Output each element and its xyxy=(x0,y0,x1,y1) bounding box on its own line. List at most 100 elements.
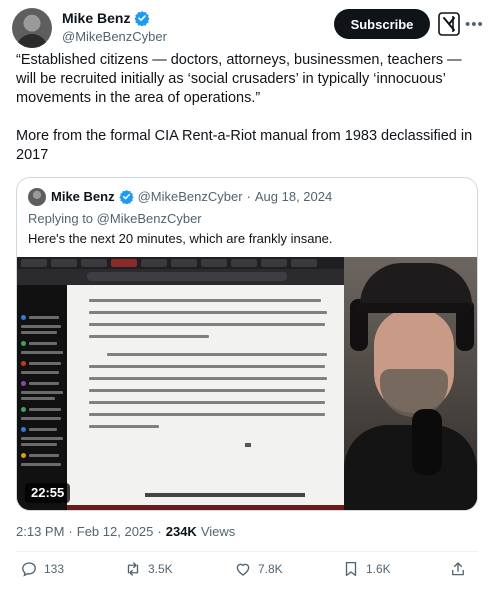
share-button[interactable] xyxy=(449,560,467,578)
document-text-line xyxy=(89,377,327,380)
more-options-icon[interactable]: ••• xyxy=(465,16,484,33)
video-frame-url-bar xyxy=(87,272,287,281)
quoted-tweet-text: Here's the next 20 minutes, which are fr… xyxy=(28,231,333,246)
chat-line xyxy=(21,371,59,374)
document-text-line xyxy=(89,299,321,302)
chat-line xyxy=(21,397,55,400)
author-name[interactable]: Mike Benz xyxy=(62,10,130,26)
document-text-line xyxy=(89,335,209,338)
video-frame-tab xyxy=(51,259,77,267)
chat-line xyxy=(29,428,57,431)
video-frame-tab xyxy=(201,259,227,267)
video-frame-live-chat xyxy=(17,285,67,510)
document-text-line xyxy=(89,389,325,392)
speaker-shirt xyxy=(344,425,477,510)
reply-icon xyxy=(22,562,36,577)
chat-line xyxy=(21,463,61,466)
chat-avatar xyxy=(21,407,26,412)
document-text-line xyxy=(89,413,325,416)
chat-avatar xyxy=(21,381,26,386)
grok-icon[interactable] xyxy=(438,11,460,37)
share-icon xyxy=(452,562,464,576)
chat-line xyxy=(21,443,57,446)
chat-line xyxy=(21,331,57,334)
document-text-line xyxy=(89,365,325,368)
document-text-line xyxy=(89,311,327,314)
chat-line xyxy=(29,342,57,345)
subscribe-button[interactable]: Subscribe xyxy=(334,9,430,39)
separator-dot: · xyxy=(246,189,251,204)
avatar-silhouette xyxy=(16,34,48,48)
separator-dot: · xyxy=(68,524,73,539)
chat-avatar xyxy=(21,341,26,346)
chat-line xyxy=(29,316,59,319)
bookmark-button[interactable]: 1.6K xyxy=(342,560,391,578)
repost-button[interactable]: 3.5K xyxy=(124,560,173,578)
video-player[interactable]: 22:55 xyxy=(17,257,477,510)
reply-button[interactable]: 133 xyxy=(20,560,64,578)
microphone xyxy=(412,409,442,475)
quoted-author-name[interactable]: Mike Benz xyxy=(51,189,115,204)
divider xyxy=(16,551,478,552)
chat-line xyxy=(21,437,63,440)
chat-line xyxy=(21,391,63,394)
replying-to-handle[interactable]: @MikeBenzCyber xyxy=(97,211,202,226)
author-handle[interactable]: @MikeBenzCyber xyxy=(62,29,167,44)
replying-to-prefix: Replying to xyxy=(28,211,94,226)
document-text-line xyxy=(89,425,159,428)
chat-line xyxy=(21,351,63,354)
tweet-paragraph-2: More from the formal CIA Rent-a-Riot man… xyxy=(16,128,473,163)
tweet-actions-bar: 133 3.5K 7.8K 1.6K xyxy=(0,560,492,586)
replying-to-line: Replying to @MikeBenzCyber xyxy=(28,211,202,226)
document-text-line xyxy=(89,401,325,404)
tweet-date[interactable]: Feb 12, 2025 xyxy=(77,524,154,539)
video-duration-badge: 22:55 xyxy=(25,483,71,503)
bookmark-icon xyxy=(345,561,357,577)
video-frame-tab-strip xyxy=(17,257,344,269)
bookmark-count: 1.6K xyxy=(366,562,391,576)
quoted-author-avatar[interactable] xyxy=(28,188,46,206)
video-frame-speaker xyxy=(344,257,477,510)
video-frame-tab xyxy=(141,259,167,267)
quoted-author-handle[interactable]: @MikeBenzCyber xyxy=(138,189,243,204)
heart-icon xyxy=(236,563,250,576)
video-frame-tab xyxy=(261,259,287,267)
views-count: 234K xyxy=(165,524,197,539)
quoted-tweet-card[interactable]: Mike Benz @MikeBenzCyber · Aug 18, 2024 … xyxy=(16,177,478,511)
author-name-row: Mike Benz xyxy=(62,10,151,26)
document-text-line xyxy=(107,353,327,356)
chat-line xyxy=(21,325,61,328)
document-release-footer xyxy=(145,493,305,497)
speaker-cap-brim xyxy=(356,303,472,313)
chat-line xyxy=(21,417,61,420)
reply-count: 133 xyxy=(44,562,65,576)
chat-avatar xyxy=(21,427,26,432)
verified-badge-icon xyxy=(134,11,151,26)
verified-badge-icon xyxy=(119,189,134,204)
chat-avatar xyxy=(21,361,26,366)
video-frame-tab xyxy=(291,259,317,267)
chat-line xyxy=(29,454,59,457)
video-frame-tab xyxy=(171,259,197,267)
views-label: Views xyxy=(200,524,236,539)
repost-icon xyxy=(127,562,139,576)
like-button[interactable]: 7.8K xyxy=(234,560,283,578)
author-avatar[interactable] xyxy=(12,8,52,48)
document-page-number xyxy=(245,443,251,447)
repost-count: 3.5K xyxy=(148,562,173,576)
quoted-tweet-date[interactable]: Aug 18, 2024 xyxy=(255,189,332,204)
tweet-time[interactable]: 2:13 PM xyxy=(16,524,64,539)
tweet-meta: 2:13 PM · Feb 12, 2025 · 234K Views xyxy=(16,524,235,539)
chat-line xyxy=(29,382,59,385)
video-frame-tab xyxy=(21,259,47,267)
video-frame-document-page xyxy=(67,285,344,510)
tweet-paragraph-1: “Established citizens — doctors, attorne… xyxy=(16,52,462,106)
tweet-header: Mike Benz @MikeBenzCyber Subscribe ••• xyxy=(12,6,483,50)
video-frame-tab xyxy=(231,259,257,267)
chat-line xyxy=(29,362,61,365)
tweet-body: “Established citizens — doctors, attorne… xyxy=(16,51,478,165)
chat-line xyxy=(29,408,61,411)
chat-avatar xyxy=(21,315,26,320)
separator-dot: · xyxy=(157,524,162,539)
quoted-tweet-header: Mike Benz @MikeBenzCyber · Aug 18, 2024 xyxy=(51,189,332,204)
